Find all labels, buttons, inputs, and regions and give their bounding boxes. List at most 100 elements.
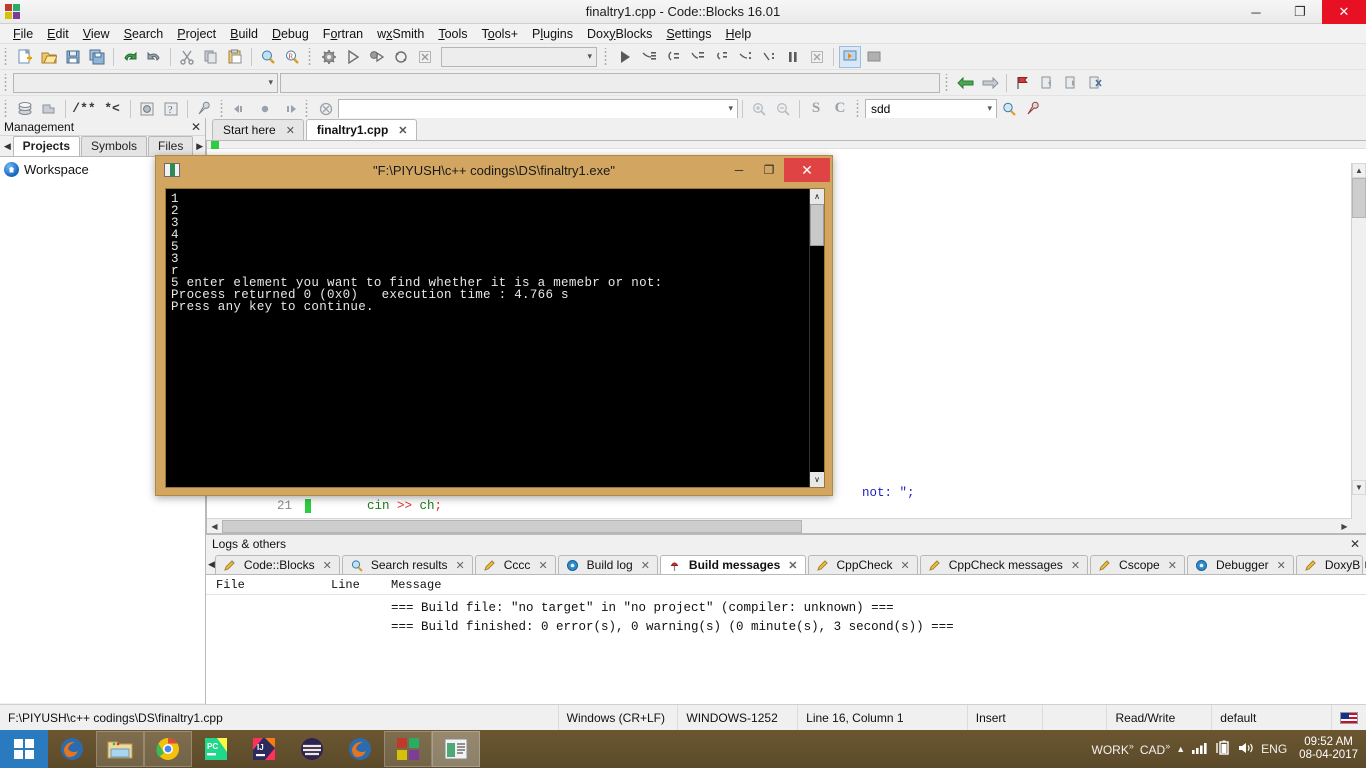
doxyblocks-extract-icon[interactable] xyxy=(38,98,60,120)
close-icon[interactable]: ✕ xyxy=(323,559,332,572)
console-scroll-thumb[interactable] xyxy=(810,204,824,246)
menu-build[interactable]: Build xyxy=(223,24,265,44)
minimize-button[interactable]: ─ xyxy=(1234,0,1278,24)
source-browser-s-icon[interactable]: S xyxy=(805,98,827,120)
logs-tab-cppcheck[interactable]: CppCheck ✕ xyxy=(807,555,918,574)
logs-tab-cppcheck-messages[interactable]: CppCheck messages ✕ xyxy=(919,555,1089,574)
menu-help[interactable]: Help xyxy=(719,24,759,44)
toolbar-grip[interactable] xyxy=(603,47,610,66)
debug-next-line-icon[interactable] xyxy=(662,46,684,68)
console-scrollbar[interactable]: ∧ ∨ xyxy=(809,189,824,487)
scroll-thumb[interactable] xyxy=(1352,178,1366,218)
menu-project[interactable]: Project xyxy=(170,24,223,44)
save-all-icon[interactable] xyxy=(86,46,108,68)
console-scroll-up-icon[interactable]: ∧ xyxy=(810,189,824,204)
debug-run-to-cursor-icon[interactable] xyxy=(638,46,660,68)
console-close-button[interactable]: ✕ xyxy=(784,158,830,182)
zoom-in-icon[interactable] xyxy=(748,98,770,120)
previous-bookmark-icon[interactable] xyxy=(1036,72,1058,94)
clear-bookmarks-icon[interactable] xyxy=(1084,72,1106,94)
close-icon[interactable]: ✕ xyxy=(538,559,547,572)
logs-tab-codeblocks[interactable]: Code::Blocks ✕ xyxy=(214,555,340,574)
clear-symbol-icon[interactable] xyxy=(315,98,337,120)
table-row[interactable]: === Build file: "no target" in "no proje… xyxy=(206,599,1366,618)
taskbar-item-eclipse[interactable] xyxy=(288,731,336,767)
toolbar-grip[interactable] xyxy=(307,47,314,66)
doxyblocks-settings-icon[interactable] xyxy=(193,98,215,120)
taskbar-item-chrome[interactable] xyxy=(144,731,192,767)
nav-forward-icon[interactable] xyxy=(979,72,1001,94)
taskbar-item-intellij-idea[interactable]: IJ xyxy=(240,731,288,767)
doxyblocks-html-icon[interactable] xyxy=(136,98,158,120)
toolbar-grip[interactable] xyxy=(219,99,226,118)
undo-icon[interactable] xyxy=(119,46,141,68)
close-icon[interactable]: ✕ xyxy=(286,124,295,137)
symbol-combo[interactable]: ▾ xyxy=(13,72,278,93)
zoom-out-icon[interactable] xyxy=(772,98,794,120)
nav-back-icon[interactable] xyxy=(955,72,977,94)
scroll-down-icon[interactable]: ▼ xyxy=(1352,480,1366,495)
cut-icon[interactable] xyxy=(176,46,198,68)
column-header-file[interactable]: File xyxy=(206,578,331,592)
menu-wxsmith[interactable]: wxSmith xyxy=(370,24,431,44)
toolbar-grip[interactable] xyxy=(3,73,10,92)
doxyblocks-run-icon[interactable] xyxy=(14,98,36,120)
debug-continue-icon[interactable] xyxy=(614,46,636,68)
redo-icon[interactable] xyxy=(143,46,165,68)
console-minimize-button[interactable]: ─ xyxy=(724,158,754,182)
close-button[interactable]: ✕ xyxy=(1322,0,1366,24)
abort-build-icon[interactable] xyxy=(414,46,436,68)
taskbar-item-pycharm[interactable]: PC xyxy=(192,731,240,767)
scope-combo[interactable] xyxy=(280,72,940,93)
logs-tabs-prev[interactable]: ◀ xyxy=(208,555,215,574)
build-gear-icon[interactable] xyxy=(318,46,340,68)
run-icon[interactable] xyxy=(342,46,364,68)
column-header-message[interactable]: Message xyxy=(391,578,1366,592)
console-scroll-down-icon[interactable]: ∨ xyxy=(810,472,824,487)
taskbar-item-console-window[interactable] xyxy=(432,731,480,767)
find-icon[interactable] xyxy=(257,46,279,68)
new-file-icon[interactable] xyxy=(14,46,36,68)
menu-tools-plus[interactable]: Tools+ xyxy=(475,24,525,44)
logs-close-icon[interactable]: ✕ xyxy=(1350,537,1360,551)
logs-tab-search-results[interactable]: Search results ✕ xyxy=(341,555,473,574)
search-go-icon[interactable] xyxy=(998,98,1020,120)
editor-horizontal-scrollbar[interactable]: ◀ ▶ xyxy=(207,518,1352,533)
close-icon[interactable]: ✕ xyxy=(1071,559,1080,572)
toggle-bookmark-icon[interactable] xyxy=(1012,72,1034,94)
taskbar-item-firefox-window[interactable] xyxy=(336,731,384,767)
tray-cad-label[interactable]: CAD» xyxy=(1140,741,1170,757)
open-file-icon[interactable] xyxy=(38,46,60,68)
clock[interactable]: 09:52 AM 08-04-2017 xyxy=(1293,736,1358,762)
scroll-track[interactable] xyxy=(222,519,1337,533)
menu-view[interactable]: View xyxy=(76,24,117,44)
browse-back-icon[interactable] xyxy=(230,98,252,120)
toolbar-grip[interactable] xyxy=(3,47,10,66)
console-body[interactable]: 1 2 3 4 5 3 r 5 enter element you want t… xyxy=(165,188,825,488)
menu-plugins[interactable]: Plugins xyxy=(525,24,580,44)
logs-tab-debugger[interactable]: Debugger ✕ xyxy=(1186,555,1294,574)
tab-projects[interactable]: Projects xyxy=(12,136,80,156)
paste-icon[interactable] xyxy=(224,46,246,68)
scroll-thumb[interactable] xyxy=(222,519,802,533)
toolbar-grip[interactable] xyxy=(944,73,951,92)
toolbar-grip[interactable] xyxy=(855,99,862,118)
logs-tab-build-log[interactable]: Build log ✕ xyxy=(557,555,658,574)
battery-icon[interactable] xyxy=(1215,740,1231,759)
browse-here-icon[interactable] xyxy=(254,98,276,120)
close-icon[interactable]: ✕ xyxy=(398,124,407,137)
editor-tab-start-here[interactable]: Start here ✕ xyxy=(212,119,304,140)
menu-debug[interactable]: Debug xyxy=(265,24,316,44)
logs-tab-build-messages[interactable]: Build messages ✕ xyxy=(659,555,806,574)
build-target-combo[interactable]: ▾ xyxy=(441,46,597,67)
logs-tab-doxyb[interactable]: DoxyB xyxy=(1295,555,1364,574)
menu-fortran[interactable]: Fortran xyxy=(316,24,370,44)
menu-file[interactable]: File xyxy=(6,24,40,44)
build-and-run-icon[interactable] xyxy=(366,46,388,68)
show-hidden-icons-button[interactable]: ▲ xyxy=(1176,744,1185,754)
browse-forward-icon[interactable] xyxy=(278,98,300,120)
management-tabs-next[interactable]: ▶ xyxy=(194,137,205,156)
debug-break-icon[interactable] xyxy=(782,46,804,68)
save-icon[interactable] xyxy=(62,46,84,68)
close-icon[interactable]: ✕ xyxy=(1277,559,1286,572)
